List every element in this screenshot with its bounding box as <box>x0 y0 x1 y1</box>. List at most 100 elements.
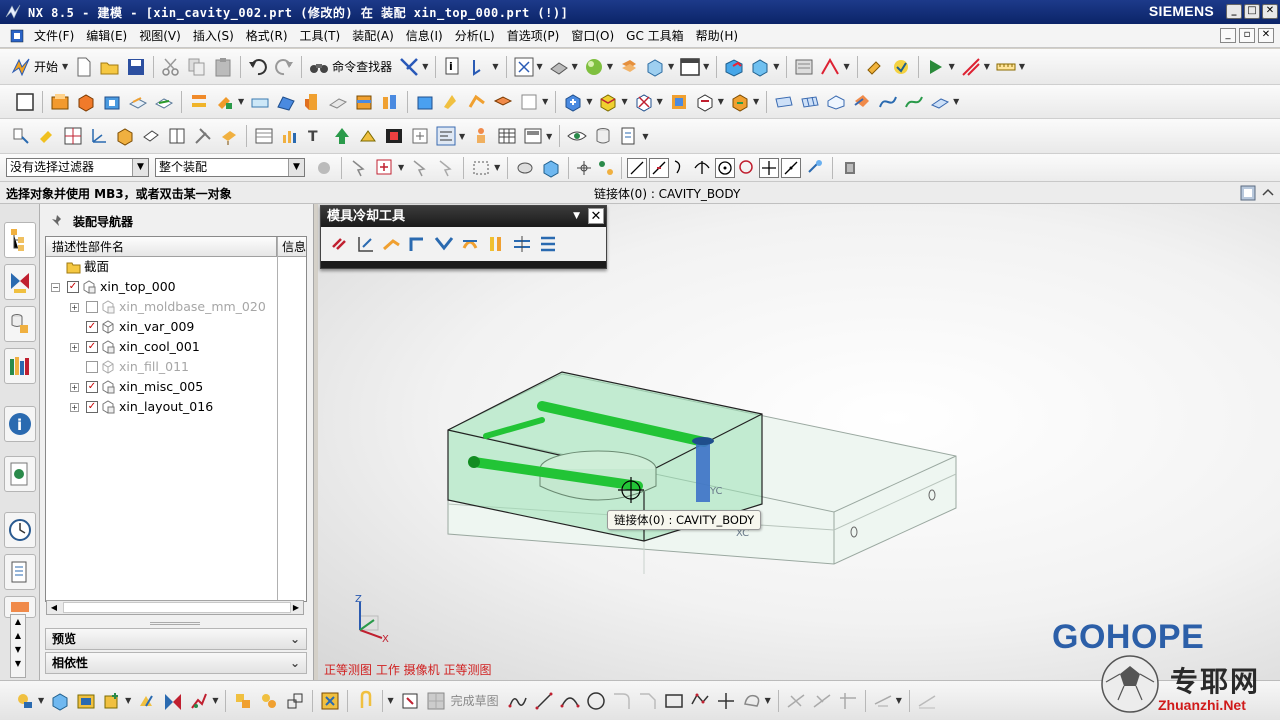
redo-icon[interactable] <box>273 56 295 78</box>
tree-row-top[interactable]: − ✓ xin_top_000 <box>46 277 276 297</box>
menu-insert[interactable]: 插入(S) <box>187 27 240 44</box>
tree-row-layout[interactable]: + ✓ xin_layout_016 <box>46 397 276 417</box>
doc-restore-button[interactable]: ▫ <box>1239 28 1255 43</box>
column-header-name[interactable]: 描述性部件名 <box>46 237 277 257</box>
expand-icon[interactable]: + <box>70 403 79 412</box>
snap-midpoint-icon[interactable] <box>649 157 670 178</box>
scroll-down-icon[interactable]: ▼ <box>11 657 25 671</box>
mold-drawing-icon[interactable] <box>694 91 716 113</box>
open-folder-icon[interactable] <box>99 56 121 78</box>
pocket-icon[interactable] <box>633 91 655 113</box>
select-all-icon[interactable] <box>409 157 431 179</box>
deselect-icon[interactable] <box>435 157 457 179</box>
mirror-assembly-icon[interactable] <box>136 690 158 712</box>
chamfer-icon[interactable] <box>140 125 162 147</box>
tree-row-misc[interactable]: + ✓ xin_misc_005 <box>46 377 276 397</box>
menu-assemblies[interactable]: 装配(A) <box>346 27 400 44</box>
stack-icon[interactable] <box>357 125 379 147</box>
rectangle-sketch-icon[interactable] <box>663 690 685 712</box>
tab-part-navigator[interactable] <box>4 306 36 342</box>
splitter-handle[interactable] <box>150 622 200 625</box>
section-icon[interactable] <box>960 56 982 78</box>
slider-icon[interactable] <box>440 91 462 113</box>
menu-analysis[interactable]: 分析(L) <box>449 27 501 44</box>
polygon-icon[interactable] <box>689 690 711 712</box>
menu-view[interactable]: 视图(V) <box>133 27 187 44</box>
chevron-down-icon[interactable]: ▼ <box>288 159 304 176</box>
move-icon[interactable] <box>188 690 210 712</box>
line-icon[interactable] <box>533 690 555 712</box>
mold-tools-icon[interactable] <box>214 91 236 113</box>
datum-icon[interactable] <box>409 125 431 147</box>
runner-icon[interactable] <box>518 91 540 113</box>
tree-row-cool[interactable]: + ✓ xin_cool_001 <box>46 337 276 357</box>
trim-curve-icon[interactable] <box>785 690 807 712</box>
expand-icon[interactable]: + <box>70 383 79 392</box>
tab-history[interactable] <box>4 512 36 548</box>
properties-icon[interactable] <box>10 125 32 147</box>
binoculars-icon[interactable] <box>308 56 330 78</box>
finish-sketch-button[interactable]: 完成草图 <box>451 692 499 709</box>
pin-icon[interactable] <box>50 214 64 228</box>
window-frame-icon[interactable] <box>679 56 701 78</box>
scroll-down-icon[interactable]: ▼ <box>11 643 25 657</box>
channel-arrange-icon[interactable] <box>511 233 533 255</box>
tab-system-materials[interactable] <box>4 554 36 590</box>
scroll-up-icon[interactable]: ▲ <box>11 615 25 629</box>
minimize-button[interactable]: _ <box>1226 4 1242 19</box>
insert-icon[interactable] <box>327 91 349 113</box>
chart-bar-icon[interactable] <box>279 125 301 147</box>
arrow-up-icon[interactable] <box>331 125 353 147</box>
spreadsheet-icon[interactable] <box>496 125 518 147</box>
type-filter-select[interactable]: 没有选择过滤器 ▼ <box>6 158 149 177</box>
visibility-checkbox[interactable]: ✓ <box>86 341 98 353</box>
visibility-checkbox[interactable]: ✓ <box>86 381 98 393</box>
snap-control-point-icon[interactable] <box>671 158 691 178</box>
circle-icon[interactable] <box>585 690 607 712</box>
maximize-button[interactable]: □ <box>1244 4 1260 19</box>
panel-preview[interactable]: 预览 ⌄ <box>45 628 307 650</box>
render-style-icon[interactable] <box>548 56 570 78</box>
finish-sketch-icon[interactable] <box>425 690 447 712</box>
family-mold-icon[interactable] <box>188 91 210 113</box>
mold-cooling-title-bar[interactable]: 模具冷却工具 ▼ ✕ <box>321 206 606 227</box>
moldbase-icon[interactable] <box>353 91 375 113</box>
mold-model[interactable]: YC XC <box>318 204 1280 680</box>
filter-icon[interactable] <box>313 157 335 179</box>
navigator-horizontal-scrollbar[interactable]: ◀ ▶ <box>46 600 304 615</box>
geometric-constraint-icon[interactable] <box>872 690 894 712</box>
hole-table-icon[interactable] <box>729 91 751 113</box>
tree-row-var[interactable]: ✓ xin_var_009 <box>46 317 276 337</box>
tab-constraint-navigator[interactable] <box>4 264 36 300</box>
database-icon[interactable] <box>592 125 614 147</box>
ruler-icon[interactable] <box>995 56 1017 78</box>
gate-icon[interactable] <box>492 91 514 113</box>
wave-link-icon[interactable] <box>232 690 254 712</box>
paste-icon[interactable] <box>212 56 234 78</box>
layer-icon[interactable] <box>618 56 640 78</box>
command-finder-button[interactable]: 命令查找器 <box>332 58 392 75</box>
sketch-tool-icon[interactable] <box>819 56 841 78</box>
workpiece-icon[interactable] <box>127 91 149 113</box>
bom-icon[interactable] <box>668 91 690 113</box>
cavity-icon[interactable] <box>301 91 323 113</box>
full-screen-icon[interactable] <box>1240 185 1256 201</box>
info-icon[interactable]: i <box>442 56 464 78</box>
chevron-down-icon[interactable]: ▼ <box>573 206 580 227</box>
assembly-icon[interactable] <box>723 56 745 78</box>
offset-icon[interactable] <box>851 91 873 113</box>
grid-sheet-icon[interactable] <box>799 91 821 113</box>
snap-intersection-icon[interactable] <box>693 158 713 178</box>
add-component-icon[interactable] <box>49 690 71 712</box>
eye-icon[interactable] <box>566 125 588 147</box>
fillet-icon[interactable] <box>611 690 633 712</box>
tab-web-browser[interactable] <box>4 456 36 492</box>
block-icon[interactable] <box>114 125 136 147</box>
doc-minimize-button[interactable]: _ <box>1220 28 1236 43</box>
navigator-toggle-icon[interactable] <box>435 125 457 147</box>
start-icon[interactable] <box>10 56 32 78</box>
expand-icon[interactable]: + <box>70 343 79 352</box>
face-filter-icon[interactable] <box>540 157 562 179</box>
doc-close-button[interactable]: ✕ <box>1258 28 1274 43</box>
snap-tree-button[interactable] <box>596 158 616 178</box>
